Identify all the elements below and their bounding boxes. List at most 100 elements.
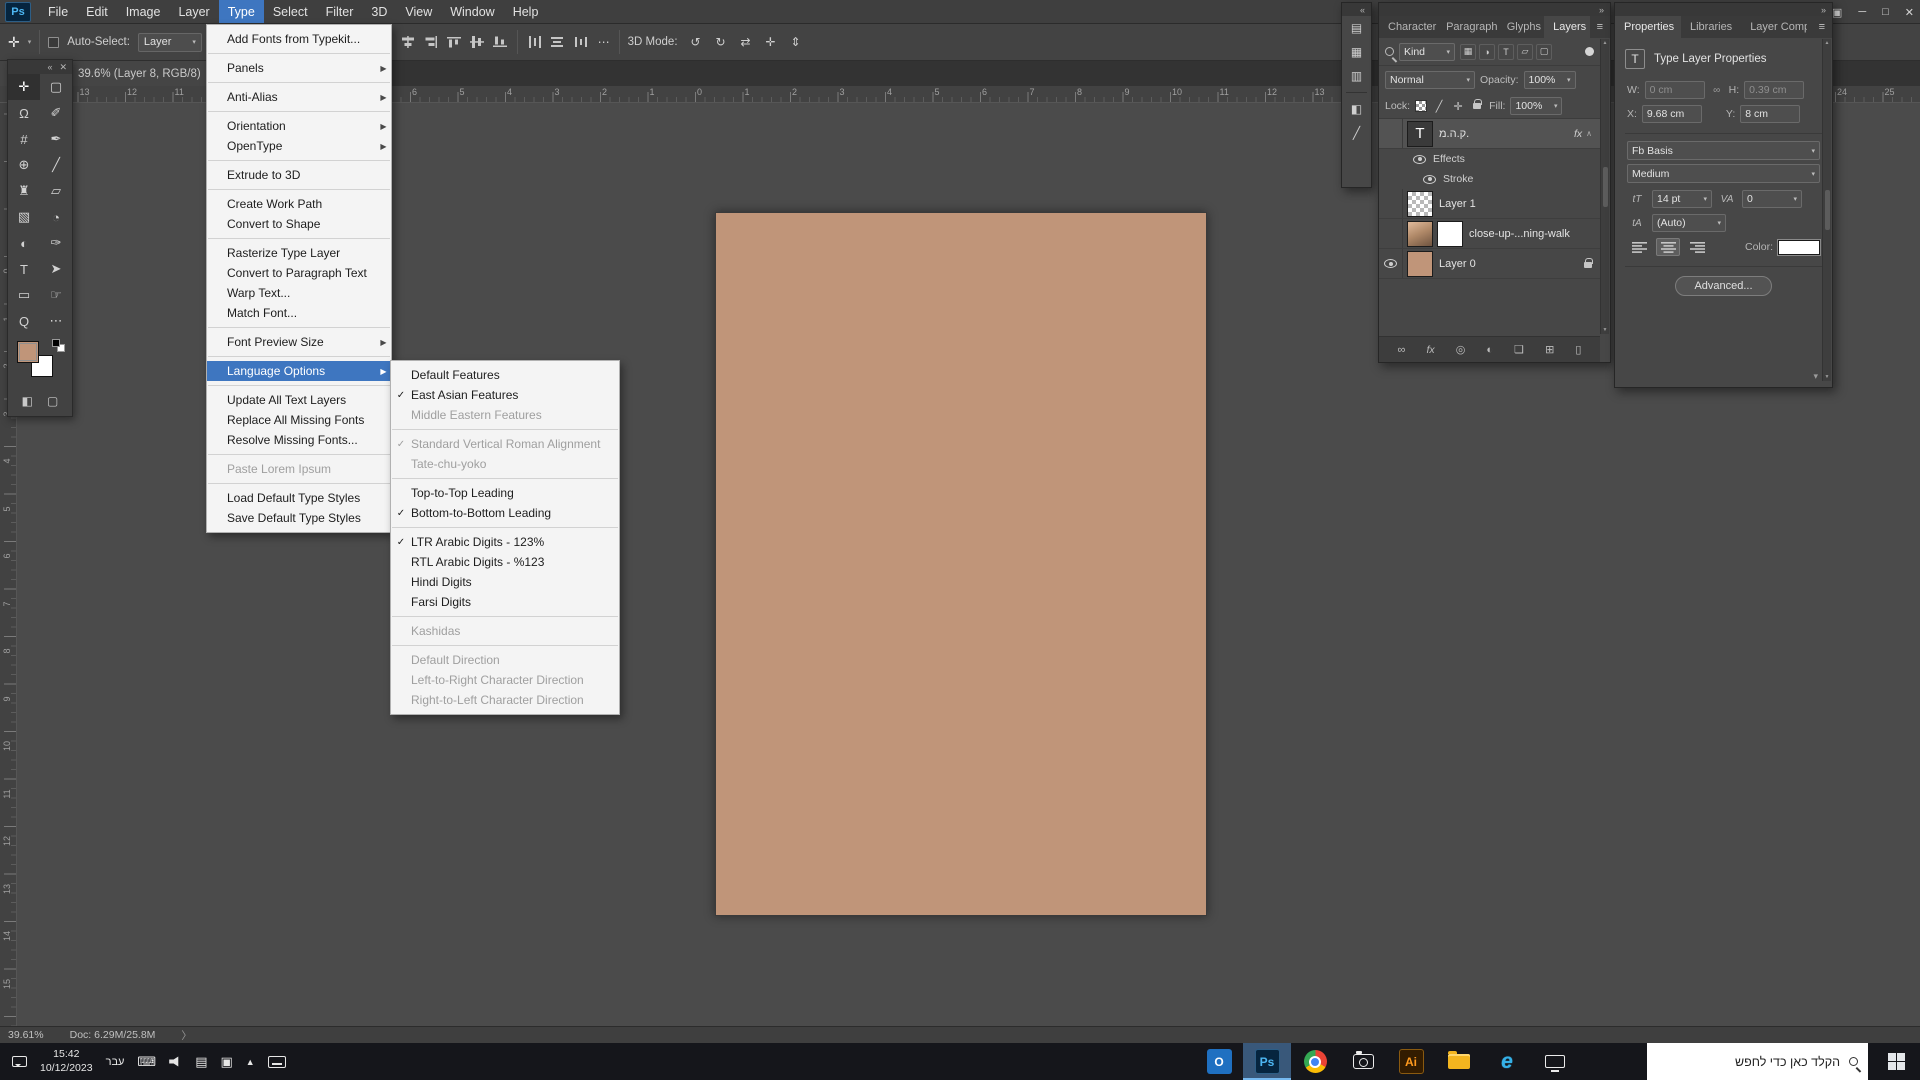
scroll-up-icon[interactable]: ▲ xyxy=(1603,40,1608,46)
taskbar-app-outlook[interactable]: O xyxy=(1195,1043,1243,1080)
distribute-spacing-button[interactable] xyxy=(572,34,590,50)
height-field[interactable]: 0.39 cm xyxy=(1744,81,1804,99)
type-menu-item-add-fonts-from-typekit[interactable]: Add Fonts from Typekit... xyxy=(207,29,391,49)
scrollbar[interactable]: ▲ ▼ xyxy=(1600,39,1609,334)
language-option-farsi-digits[interactable]: Farsi Digits xyxy=(391,592,619,612)
leading-field[interactable]: (Auto) ▾ xyxy=(1652,214,1726,232)
panel-drag-bar[interactable]: » xyxy=(1615,3,1832,16)
3d-roll-icon[interactable]: ↻ xyxy=(711,35,731,49)
collapse-section-chevron-icon[interactable]: ▾ xyxy=(1813,371,1818,382)
type-menu-item-update-all-text-layers[interactable]: Update All Text Layers xyxy=(207,390,391,410)
tool-type[interactable]: T xyxy=(8,256,40,282)
scroll-down-icon[interactable]: ▼ xyxy=(1825,374,1830,380)
align-text-center-button[interactable] xyxy=(1656,238,1680,256)
status-menu-chevron-icon[interactable]: 〉 xyxy=(181,1028,192,1043)
menu-layer[interactable]: Layer xyxy=(169,0,218,23)
expand-panels-icon[interactable]: « xyxy=(1360,5,1365,15)
volume-icon[interactable] xyxy=(169,1056,182,1067)
filter-shape-layers-icon[interactable]: ▱ xyxy=(1517,44,1533,60)
panel-drag-bar[interactable]: » xyxy=(1379,3,1610,16)
type-menu-item-orientation[interactable]: Orientation▶ xyxy=(207,116,391,136)
menu-file[interactable]: File xyxy=(39,0,77,23)
zoom-level[interactable]: 39.61% xyxy=(8,1029,44,1041)
new-layer-icon[interactable]: ⊞ xyxy=(1545,343,1554,356)
tool-healing-brush[interactable]: ⊕ xyxy=(8,152,40,178)
menu-window[interactable]: Window xyxy=(441,0,503,23)
scroll-down-icon[interactable]: ▼ xyxy=(1603,327,1608,333)
lock-all-icon[interactable] xyxy=(1470,100,1484,112)
layer-row-item[interactable]: Tק.ה.מ.fx∧ xyxy=(1379,119,1600,149)
scroll-up-icon[interactable]: ▲ xyxy=(1825,40,1830,46)
text-color-swatch[interactable] xyxy=(1778,240,1820,255)
language-option-east-asian-features[interactable]: ✓East Asian Features xyxy=(391,385,619,405)
gradients-panel-icon[interactable]: ▥ xyxy=(1342,64,1371,88)
align-text-right-button[interactable] xyxy=(1685,238,1709,256)
type-menu-item-extrude-to-3d[interactable]: Extrude to 3D xyxy=(207,165,391,185)
history-panel-icon[interactable]: ◧ xyxy=(1342,97,1371,121)
tab-libraries[interactable]: Libraries xyxy=(1681,16,1741,38)
font-size-field[interactable]: 14 pt ▾ xyxy=(1652,190,1712,208)
scroll-thumb[interactable] xyxy=(1825,190,1830,230)
menu-help[interactable]: Help xyxy=(504,0,548,23)
x-field[interactable]: 9.68 cm xyxy=(1642,105,1702,123)
language-option-top-to-top-leading[interactable]: Top-to-Top Leading xyxy=(391,483,619,503)
distribute-horizontal-button[interactable] xyxy=(526,34,544,50)
auto-select-checkbox[interactable] xyxy=(48,37,59,48)
taskbar-app-pc[interactable] xyxy=(1531,1043,1579,1080)
blend-mode-dropdown[interactable]: Normal ▾ xyxy=(1385,71,1475,89)
tool-zoom[interactable]: Q xyxy=(8,308,40,334)
collapse-panel-icon[interactable]: » xyxy=(1599,5,1604,15)
scroll-thumb[interactable] xyxy=(1603,167,1608,207)
screen-mode-icon[interactable]: ▢ xyxy=(47,394,58,408)
taskbar-app-camera[interactable] xyxy=(1339,1043,1387,1080)
tool-clone-stamp[interactable]: ♜ xyxy=(8,178,40,204)
layer-row-layer-1[interactable]: Layer 1 xyxy=(1379,189,1600,219)
close-button[interactable]: ✕ xyxy=(1905,6,1914,19)
type-menu-item-convert-to-paragraph-text[interactable]: Convert to Paragraph Text xyxy=(207,263,391,283)
panel-menu-icon[interactable]: ≡ xyxy=(1590,16,1610,38)
menu-3d[interactable]: 3D xyxy=(362,0,396,23)
menu-type[interactable]: Type xyxy=(219,0,264,23)
type-menu-item-save-default-type-styles[interactable]: Save Default Type Styles xyxy=(207,508,391,528)
type-menu-item-language-options[interactable]: Language Options▶ xyxy=(207,361,391,381)
usb-eject-icon[interactable]: ▤ xyxy=(195,1054,207,1070)
auto-select-dropdown[interactable]: Layer ▾ xyxy=(138,33,202,52)
eye-icon[interactable] xyxy=(1423,175,1436,184)
tab-layer-comps[interactable]: Layer Comps xyxy=(1741,16,1807,38)
foreground-color-swatch[interactable] xyxy=(17,341,39,363)
type-menu-item-panels[interactable]: Panels▶ xyxy=(207,58,391,78)
tool-pen[interactable]: ✑ xyxy=(40,230,72,256)
align-vertical-centers-button[interactable] xyxy=(468,34,486,50)
3d-scale-icon[interactable]: ⇕ xyxy=(786,35,806,49)
filter-kind-dropdown[interactable]: Kind ▾ xyxy=(1399,43,1455,61)
taskbar-search[interactable]: הקלד כאן כדי לחפש xyxy=(1647,1043,1868,1080)
y-field[interactable]: 8 cm xyxy=(1740,105,1800,123)
tool-dodge[interactable]: ◐ xyxy=(8,230,40,256)
language-option-bottom-to-bottom-leading[interactable]: ✓Bottom-to-Bottom Leading xyxy=(391,503,619,523)
tool-rectangle[interactable]: ▭ xyxy=(8,282,40,308)
taskbar-app-ie[interactable]: e xyxy=(1483,1043,1531,1080)
align-horizontal-centers-button[interactable] xyxy=(399,34,417,50)
document-canvas[interactable] xyxy=(715,212,1207,916)
language-indicator[interactable]: עבר xyxy=(106,1056,125,1068)
visibility-toggle[interactable] xyxy=(1379,219,1403,248)
collapse-panel-icon[interactable]: » xyxy=(1821,5,1826,15)
type-menu-item-opentype[interactable]: OpenType▶ xyxy=(207,136,391,156)
language-option-rtl-arabic-digits-%123[interactable]: RTL Arabic Digits - %123 xyxy=(391,552,619,572)
tab-glyphs[interactable]: Glyphs xyxy=(1498,16,1544,38)
tool-crop[interactable]: # xyxy=(8,126,40,152)
type-menu-item-convert-to-shape[interactable]: Convert to Shape xyxy=(207,214,391,234)
tracking-field[interactable]: 0 ▾ xyxy=(1742,190,1802,208)
tool-move[interactable]: ✛ xyxy=(8,74,40,100)
layer-effect-stroke[interactable]: Stroke xyxy=(1379,169,1600,189)
default-colors-icon[interactable] xyxy=(52,339,65,352)
color-panel-icon[interactable]: ▤ xyxy=(1342,16,1371,40)
tray-app-icon[interactable]: ▣ xyxy=(220,1054,232,1070)
align-bottom-edges-button[interactable] xyxy=(491,34,509,50)
workspace-layout-icon[interactable]: ▣ xyxy=(1832,6,1842,19)
font-style-dropdown[interactable]: Medium ▾ xyxy=(1627,164,1820,183)
link-dimensions-icon[interactable]: ∞ xyxy=(1710,85,1724,96)
align-right-edges-button[interactable] xyxy=(422,34,440,50)
menu-edit[interactable]: Edit xyxy=(77,0,117,23)
menu-filter[interactable]: Filter xyxy=(317,0,363,23)
